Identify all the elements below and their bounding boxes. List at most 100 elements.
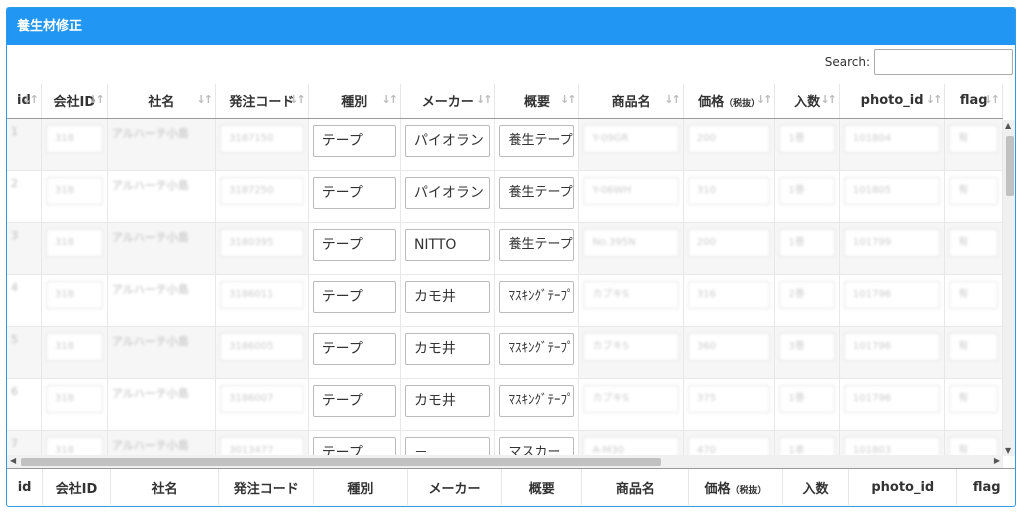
type-input[interactable]: テープ <box>312 384 396 417</box>
flag-input[interactable]: 有 <box>949 280 998 309</box>
quantity-input[interactable]: 1巻 <box>779 228 835 257</box>
photo_id-input[interactable]: 101804 <box>843 124 941 153</box>
order_code-input[interactable]: 3186011 <box>219 280 304 309</box>
column-header-price[interactable]: 価格（税抜） ↓↑ <box>683 84 776 119</box>
summary-input[interactable]: 養生テープ <box>499 124 575 157</box>
flag-input[interactable]: 有 <box>949 436 998 455</box>
column-header-flag[interactable]: flag ↓↑ <box>944 84 1003 119</box>
column-header-maker[interactable]: メーカー ↓↑ <box>400 84 496 119</box>
column-header-summary[interactable]: 概要 ↓↑ <box>494 84 580 119</box>
column-header-type[interactable]: 種別 ↓↑ <box>308 84 401 119</box>
company_id-input[interactable]: 318 <box>45 332 103 361</box>
order_code-input[interactable]: 3013477 <box>219 436 304 455</box>
maker-input[interactable]: パイオラン <box>404 176 491 209</box>
product_name-input[interactable]: カブキS <box>583 384 679 413</box>
horizontal-scroll-thumb[interactable] <box>21 458 661 466</box>
summary-input[interactable]: 養生テープ <box>499 176 575 209</box>
quantity-input[interactable]: 1巻 <box>779 176 835 205</box>
sort-icon[interactable]: ↓↑ <box>197 93 214 106</box>
flag-input[interactable]: 有 <box>949 384 998 413</box>
type-input[interactable]: テープ <box>312 228 396 261</box>
price-input[interactable]: 200 <box>687 228 771 257</box>
maker-input[interactable]: カモ井 <box>404 332 491 365</box>
flag-input[interactable]: 有 <box>949 332 998 361</box>
order_code-input[interactable]: 3187150 <box>219 124 304 153</box>
summary-input[interactable]: ﾏｽｷﾝｸﾞﾃｰﾌﾟ <box>499 280 575 313</box>
product_name-input[interactable]: カブキS <box>583 332 679 361</box>
scroll-up-icon[interactable]: ▲ <box>1005 121 1011 130</box>
order_code-input[interactable]: 3186005 <box>219 332 304 361</box>
photo_id-input[interactable]: 101796 <box>843 384 941 413</box>
scroll-down-icon[interactable]: ▼ <box>1005 446 1011 455</box>
sort-icon[interactable]: ↓↑ <box>382 93 399 106</box>
maker-input[interactable]: － <box>404 436 491 455</box>
sort-icon[interactable]: ↓↑ <box>476 93 493 106</box>
quantity-input[interactable]: 1巻 <box>779 124 835 153</box>
price-input[interactable]: 360 <box>687 332 771 361</box>
sort-icon[interactable]: ↓↑ <box>926 93 943 106</box>
column-header-company_id[interactable]: 会社ID ↓↑ <box>41 84 108 119</box>
horizontal-scrollbar[interactable]: ◀ ▶ <box>7 455 1003 468</box>
company_id-input[interactable]: 318 <box>45 228 103 257</box>
sort-icon[interactable]: ↓↑ <box>984 93 1001 106</box>
photo_id-input[interactable]: 101799 <box>843 228 941 257</box>
price-input[interactable]: 200 <box>687 124 771 153</box>
quantity-input[interactable]: 1巻 <box>779 384 835 413</box>
price-input[interactable]: 310 <box>687 176 771 205</box>
maker-input[interactable]: NITTO <box>404 228 491 261</box>
type-input[interactable]: テープ <box>312 332 396 365</box>
product_name-input[interactable]: カブキS <box>583 280 679 309</box>
type-input[interactable]: テープ <box>312 176 396 209</box>
column-header-quantity[interactable]: 入数 ↓↑ <box>774 84 840 119</box>
quantity-input[interactable]: 3巻 <box>779 332 835 361</box>
price-input[interactable]: 316 <box>687 280 771 309</box>
company_id-input[interactable]: 318 <box>45 280 103 309</box>
sort-icon[interactable]: ↓↑ <box>88 93 105 106</box>
summary-input[interactable]: マスカー <box>499 436 575 455</box>
maker-input[interactable]: パイオラン <box>404 124 491 157</box>
maker-input[interactable]: カモ井 <box>404 280 491 313</box>
company_id-input[interactable]: 318 <box>45 124 103 153</box>
flag-input[interactable]: 有 <box>949 176 998 205</box>
price-input[interactable]: 375 <box>687 384 771 413</box>
order_code-input[interactable]: 3180395 <box>219 228 304 257</box>
company_id-input[interactable]: 318 <box>45 384 103 413</box>
order_code-input[interactable]: 3186007 <box>219 384 304 413</box>
type-input[interactable]: テープ <box>312 124 396 157</box>
search-input[interactable] <box>874 49 1013 75</box>
column-header-order_code[interactable]: 発注コード ↓↑ <box>215 84 309 119</box>
type-input[interactable]: テープ <box>312 436 396 455</box>
vertical-scrollbar[interactable]: ▲ ▼ <box>1003 120 1015 456</box>
maker-input[interactable]: カモ井 <box>404 384 491 417</box>
flag-input[interactable]: 有 <box>949 124 998 153</box>
sort-icon[interactable]: ↓↑ <box>820 93 837 106</box>
scroll-left-icon[interactable]: ◀ <box>10 456 16 465</box>
sort-icon[interactable]: ↓↑ <box>664 93 681 106</box>
column-header-photo_id[interactable]: photo_id ↓↑ <box>839 84 946 119</box>
column-header-company_name[interactable]: 社名 ↓↑ <box>107 84 216 119</box>
flag-input[interactable]: 有 <box>949 228 998 257</box>
product_name-input[interactable]: No.395N <box>583 228 679 257</box>
product_name-input[interactable]: Y-09GR <box>583 124 679 153</box>
vertical-scroll-thumb[interactable] <box>1006 136 1014 196</box>
product_name-input[interactable]: A-M30 <box>583 436 679 455</box>
summary-input[interactable]: 養生テープ <box>499 228 575 261</box>
scroll-right-icon[interactable]: ▶ <box>994 456 1000 465</box>
type-input[interactable]: テープ <box>312 280 396 313</box>
photo_id-input[interactable]: 101796 <box>843 280 941 309</box>
column-header-product_name[interactable]: 商品名 ↓↑ <box>578 84 684 119</box>
quantity-input[interactable]: 2巻 <box>779 280 835 309</box>
photo_id-input[interactable]: 101796 <box>843 332 941 361</box>
product_name-input[interactable]: Y-06WH <box>583 176 679 205</box>
order_code-input[interactable]: 3187250 <box>219 176 304 205</box>
price-input[interactable]: 470 <box>687 436 771 455</box>
company_id-input[interactable]: 318 <box>45 436 103 455</box>
photo_id-input[interactable]: 101803 <box>843 436 941 455</box>
sort-icon[interactable]: ↓↑ <box>560 93 577 106</box>
photo_id-input[interactable]: 101805 <box>843 176 941 205</box>
sort-icon[interactable]: ↓↑ <box>289 93 306 106</box>
summary-input[interactable]: ﾏｽｷﾝｸﾞﾃｰﾌﾟ <box>499 332 575 365</box>
summary-input[interactable]: ﾏｽｷﾝｸﾞﾃｰﾌﾟ <box>499 384 575 417</box>
quantity-input[interactable]: 1本 <box>779 436 835 455</box>
company_id-input[interactable]: 318 <box>45 176 103 205</box>
